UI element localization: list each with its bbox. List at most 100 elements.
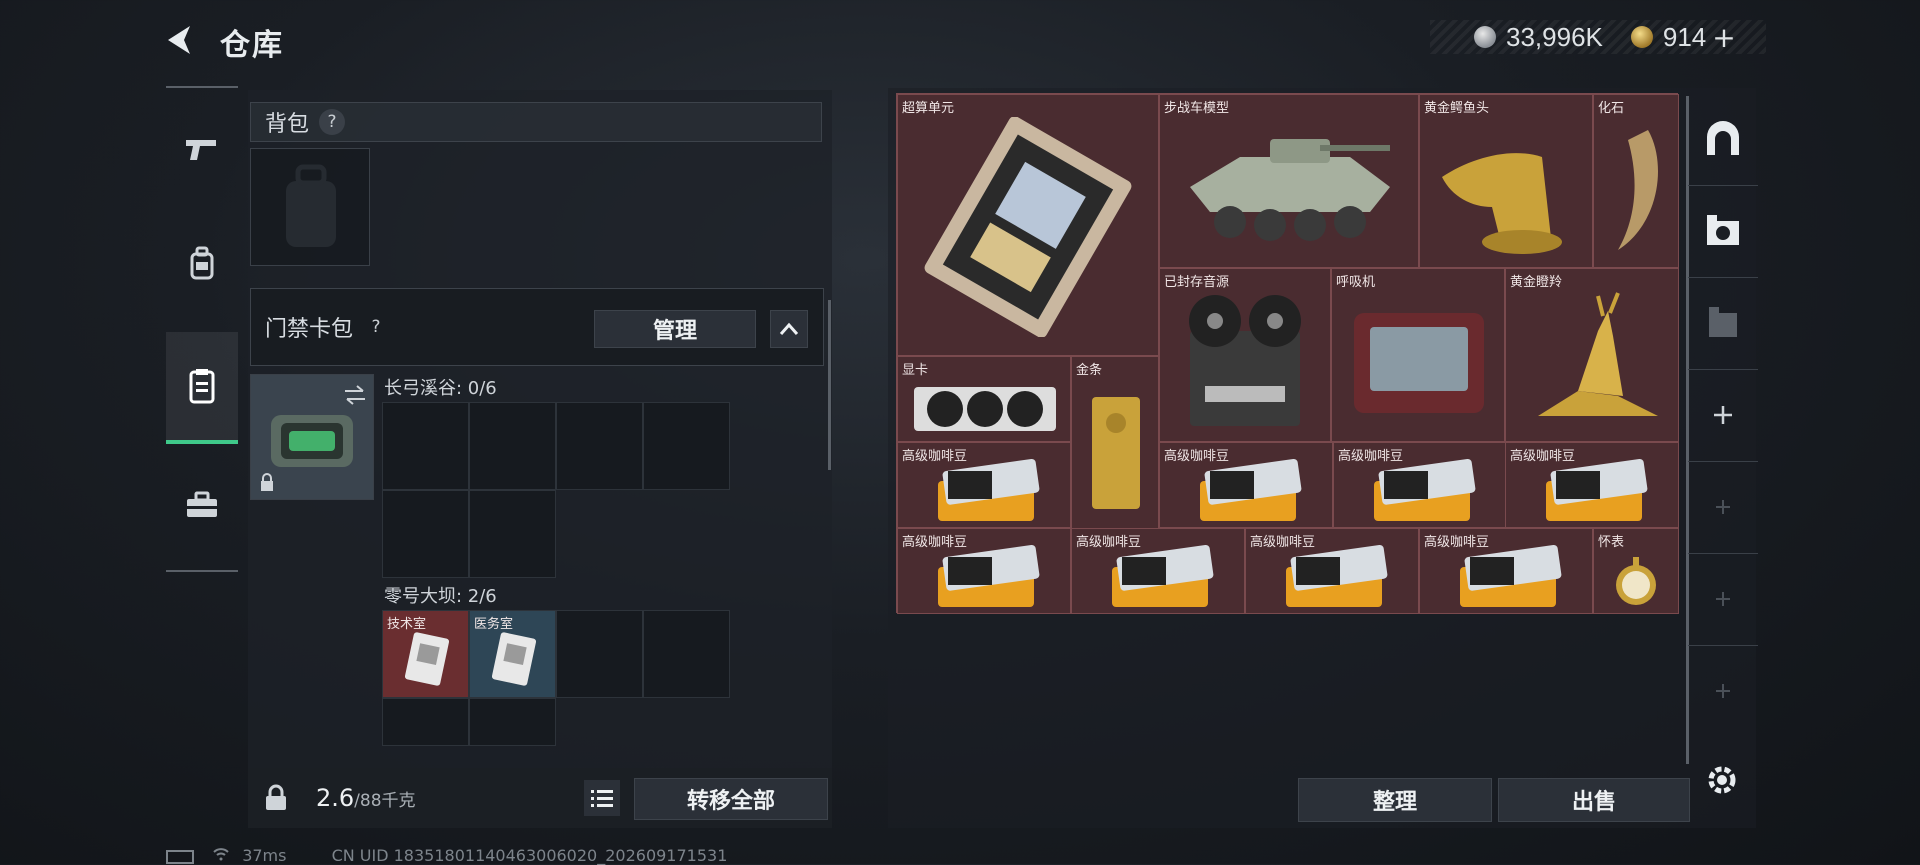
add-currency-button[interactable]: +: [1712, 21, 1735, 54]
scrollbar[interactable]: [828, 300, 831, 470]
stash-item[interactable]: 金条: [1071, 356, 1159, 530]
item-name: 怀表: [1598, 535, 1625, 550]
backpack-icon: [190, 246, 214, 280]
stash-item[interactable]: 高级咖啡豆: [1419, 528, 1593, 614]
card-slot[interactable]: [382, 402, 469, 490]
stash-item[interactable]: 高级咖啡豆: [897, 442, 1071, 528]
stash-item[interactable]: 黄金鳄鱼头: [1419, 94, 1593, 268]
gear-icon: [1708, 766, 1736, 794]
coffee-bag-icon: [938, 545, 1040, 607]
backpack-header: 背包 ?: [250, 102, 822, 142]
item-name: 化石: [1598, 101, 1625, 116]
gold-gazelle-icon: [1538, 292, 1658, 416]
inventory-panel: 背包 ? 门禁卡包 ? 管理 长弓溪谷: 0/6 零号大坝: 2/6 技术室 医…: [248, 90, 832, 828]
nav-case[interactable]: [166, 460, 238, 550]
map1-label: 长弓溪谷: 0/6: [384, 378, 497, 399]
back-button[interactable]: [160, 20, 200, 60]
coffee-bag-icon: [1200, 459, 1302, 521]
plus-icon: [1716, 592, 1730, 606]
keycard-icon: [405, 632, 449, 686]
settings-button[interactable]: [1702, 760, 1742, 800]
stash-item[interactable]: 黄金瞪羚: [1505, 268, 1679, 442]
backpack-help-button[interactable]: ?: [319, 109, 346, 135]
card-slot[interactable]: [469, 698, 556, 746]
card-slot[interactable]: [382, 698, 469, 746]
item-name: 呼吸机: [1336, 275, 1376, 290]
item-name: 步战车模型: [1164, 101, 1230, 116]
plus-icon: [1716, 500, 1730, 514]
gold-amount: 914: [1662, 21, 1707, 52]
card-slot[interactable]: [556, 610, 643, 698]
card-slot[interactable]: [643, 402, 730, 490]
keycard-item-label: 医务室: [474, 617, 514, 632]
armored-vehicle-icon: [1190, 139, 1390, 241]
swap-icon: [345, 385, 365, 405]
chevron-up-icon: [779, 322, 799, 335]
tab-storage-2[interactable]: [1688, 185, 1758, 278]
card-slot[interactable]: [469, 490, 556, 578]
coffee-bag-icon: [1286, 545, 1388, 607]
card-slot[interactable]: [643, 610, 730, 698]
tab-add-4[interactable]: [1688, 645, 1758, 737]
stash-item[interactable]: 化石: [1593, 94, 1679, 268]
nav-storage[interactable]: [166, 332, 238, 444]
tidy-button[interactable]: 整理: [1298, 778, 1492, 822]
stash-item[interactable]: 超算单元: [897, 94, 1159, 356]
empty-backpack-icon: [286, 164, 336, 247]
stash-item[interactable]: 怀表: [1593, 528, 1679, 614]
card-slot[interactable]: [382, 490, 469, 578]
stash-item[interactable]: 显卡: [897, 356, 1071, 442]
keycard-case-slot[interactable]: [250, 374, 374, 500]
card-slot[interactable]: [556, 402, 643, 490]
stash-item[interactable]: 高级咖啡豆: [1333, 442, 1507, 528]
tab-add-1[interactable]: [1688, 369, 1758, 462]
weight-lock-button[interactable]: [252, 774, 300, 822]
back-arrow-icon: [168, 26, 190, 54]
fossil-claw-icon: [1618, 130, 1658, 250]
tab-storage-main[interactable]: [1688, 93, 1758, 186]
list-view-button[interactable]: [584, 780, 620, 816]
silver-coin-icon: [1474, 26, 1496, 48]
tab-add-2[interactable]: [1688, 461, 1758, 554]
pistol-icon: [186, 140, 216, 160]
page-title: 仓库: [220, 28, 284, 63]
nav-backpack[interactable]: [166, 218, 238, 308]
keycard-label: 门禁卡包: [265, 317, 354, 342]
backpack-slot[interactable]: [250, 148, 370, 266]
category-nav: [166, 86, 238, 572]
coffee-bag-icon: [1460, 545, 1562, 607]
briefcase-icon: [187, 491, 217, 517]
folder-box-icon: [1709, 307, 1737, 337]
plus-icon: [1716, 684, 1730, 698]
stash-item[interactable]: 高级咖啡豆: [1071, 528, 1245, 614]
stash-tabs: [1688, 93, 1758, 753]
keycard-item[interactable]: 医务室: [469, 610, 556, 698]
currency-bar: 33,996K 914 +: [1430, 20, 1766, 54]
nav-weapon[interactable]: [166, 104, 238, 194]
sell-button[interactable]: 出售: [1498, 778, 1690, 822]
status-line: 37ms CN UID 183518011404630060​20_202609…: [166, 846, 727, 865]
transfer-all-button[interactable]: 转移全部: [634, 778, 828, 820]
stash-item[interactable]: 已封存音源: [1159, 268, 1331, 442]
coffee-bag-icon: [1374, 459, 1476, 521]
stash-item[interactable]: 高级咖啡豆: [897, 528, 1071, 614]
battery-icon: [166, 849, 194, 864]
stash-item[interactable]: 步战车模型: [1159, 94, 1419, 268]
keycard-item[interactable]: 技术室: [382, 610, 469, 698]
tab-storage-3[interactable]: [1688, 277, 1758, 370]
keycard-case-icon: [271, 415, 353, 467]
coffee-bag-icon: [1546, 459, 1648, 521]
keycard-help-button[interactable]: ?: [363, 314, 389, 340]
stash-item[interactable]: 高级咖啡豆: [1505, 442, 1679, 528]
tab-add-3[interactable]: [1688, 553, 1758, 646]
manage-button[interactable]: 管理: [594, 310, 756, 348]
collapse-button[interactable]: [770, 310, 808, 348]
item-name: 超算单元: [902, 101, 955, 116]
item-name: 黄金鳄鱼头: [1424, 101, 1490, 116]
stash-item[interactable]: 高级咖啡豆: [1159, 442, 1333, 528]
stash-item[interactable]: 高级咖啡豆: [1245, 528, 1419, 614]
keycard-item-label: 技术室: [387, 617, 427, 632]
card-slot[interactable]: [469, 402, 556, 490]
stash-item[interactable]: 呼吸机: [1331, 268, 1505, 442]
item-name: 已封存音源: [1164, 275, 1230, 290]
